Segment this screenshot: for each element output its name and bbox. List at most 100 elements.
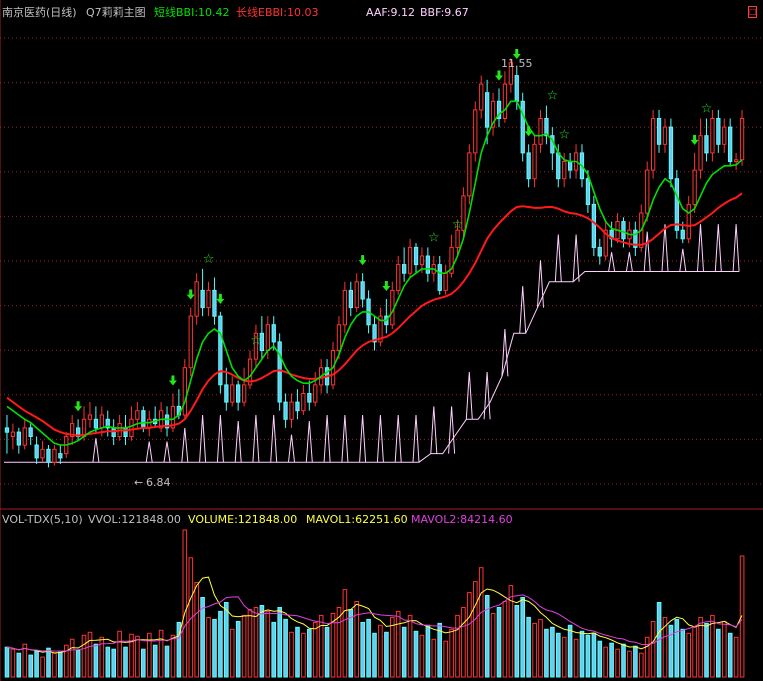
volume-bar-down	[235, 620, 241, 678]
star-icon: ☆	[558, 127, 570, 142]
aaf-spike	[270, 414, 278, 463]
candle-down	[28, 427, 33, 437]
candle-up	[194, 281, 199, 317]
volume-bar-down	[348, 609, 354, 678]
volume-bar-down	[597, 640, 603, 678]
volume-bar-down	[152, 644, 158, 678]
candle-down	[585, 178, 591, 205]
candle-up	[734, 159, 739, 163]
star-icon: ☆	[428, 230, 440, 245]
aaf-spike	[572, 234, 580, 282]
volume-bar-up	[40, 656, 45, 678]
candle-up	[479, 83, 484, 111]
volume-bar-down	[727, 632, 733, 678]
bbf-label: BBF:9.67	[420, 6, 469, 19]
candle-up	[342, 289, 348, 326]
volume-bar-down	[111, 648, 117, 678]
candle-up	[532, 143, 537, 180]
mavol1-label: MAVOL1:62251.60	[306, 513, 408, 526]
volume-bar-down	[544, 628, 549, 678]
candle-down	[4, 427, 10, 433]
candle-up	[467, 152, 472, 197]
candle-down	[621, 221, 626, 240]
volume-bar-down	[372, 632, 377, 678]
candle-down	[485, 92, 490, 128]
volume-bar-down	[34, 650, 39, 678]
buy-arrow-icon	[168, 375, 177, 386]
volume-bar-up	[206, 616, 211, 678]
volume-bar-down	[621, 643, 626, 678]
candle-up	[538, 118, 543, 145]
candle-down	[591, 203, 597, 248]
volume-bar-down	[716, 628, 721, 678]
candle-down	[218, 315, 223, 386]
aaf-spike	[643, 231, 651, 272]
candle-down	[680, 229, 685, 240]
candle-down	[283, 401, 288, 420]
volume-bar-down	[105, 646, 111, 678]
volume-bar-down	[324, 626, 330, 678]
aaf-spike	[714, 224, 722, 272]
volume-bar-up	[419, 634, 425, 678]
candle-up	[722, 126, 727, 145]
candle-down	[16, 431, 22, 446]
volume-bar-up	[449, 628, 454, 678]
mavol2-label: MAVOL2:84214.60	[411, 513, 513, 526]
candle-down	[674, 178, 680, 231]
volume-bar-down	[579, 630, 585, 678]
volume-bar-down	[567, 624, 573, 678]
aaf-spike	[519, 286, 527, 334]
candle-up	[52, 448, 57, 463]
candle-down	[520, 100, 525, 154]
aaf-spike	[697, 224, 704, 272]
volume-bar-down	[224, 602, 229, 678]
aaf-spike	[181, 427, 189, 463]
long-ebbi-label: 长线EBBI:10.03	[236, 6, 319, 19]
candle-down	[413, 246, 419, 266]
candle-up	[473, 109, 478, 154]
volume-bar-down	[360, 621, 365, 678]
aaf-spike	[501, 328, 509, 377]
candle-down	[58, 453, 63, 459]
candle-down	[224, 384, 229, 403]
volume-bar-up	[573, 638, 579, 678]
candle-up	[396, 264, 401, 291]
volume-bar-up	[478, 567, 484, 678]
volume-bar-up	[461, 607, 466, 678]
aaf-spike	[732, 224, 740, 272]
aaf-spike	[608, 252, 616, 272]
volume-bar-up	[390, 616, 395, 678]
volume-bar-down	[16, 652, 22, 678]
candle-down	[360, 281, 365, 300]
vol-indicator-name: VOL-TDX(5,10)	[2, 513, 83, 526]
candle-down	[728, 126, 733, 162]
aaf-spike	[359, 414, 367, 463]
aaf-spike	[323, 414, 331, 463]
candle-down	[668, 126, 674, 180]
volume-bar-up	[722, 620, 727, 678]
volume-bar-up	[81, 634, 87, 678]
aaf-line	[4, 224, 740, 463]
candle-down	[425, 255, 431, 274]
window-toggle-button[interactable]: □	[748, 6, 757, 18]
volume-bar-down	[123, 646, 128, 678]
aaf-spike	[394, 414, 402, 463]
candle-down	[437, 264, 442, 291]
candle-down	[597, 246, 602, 257]
aaf-spike	[252, 414, 260, 463]
volume-bar-down	[484, 595, 490, 678]
volume-bar-up	[538, 618, 543, 678]
buy-arrow-icon	[358, 255, 367, 266]
volume-bar-up	[532, 622, 537, 678]
candle-down	[277, 341, 282, 403]
buy-arrow-icon	[690, 134, 699, 145]
low-price-label: 6.84	[146, 476, 171, 489]
buy-arrow-icon	[74, 401, 83, 412]
stock-chart[interactable]: ☆ ☆ ☆ ☆ ☆ ☆ ☆	[0, 0, 763, 681]
volume-bar-down	[141, 648, 146, 678]
aaf-label: AAF:9.12	[366, 6, 416, 19]
volume-bar-up	[407, 614, 413, 678]
candle-down	[568, 161, 573, 171]
volume-bar-up	[502, 601, 508, 678]
aaf-spike	[163, 441, 171, 463]
